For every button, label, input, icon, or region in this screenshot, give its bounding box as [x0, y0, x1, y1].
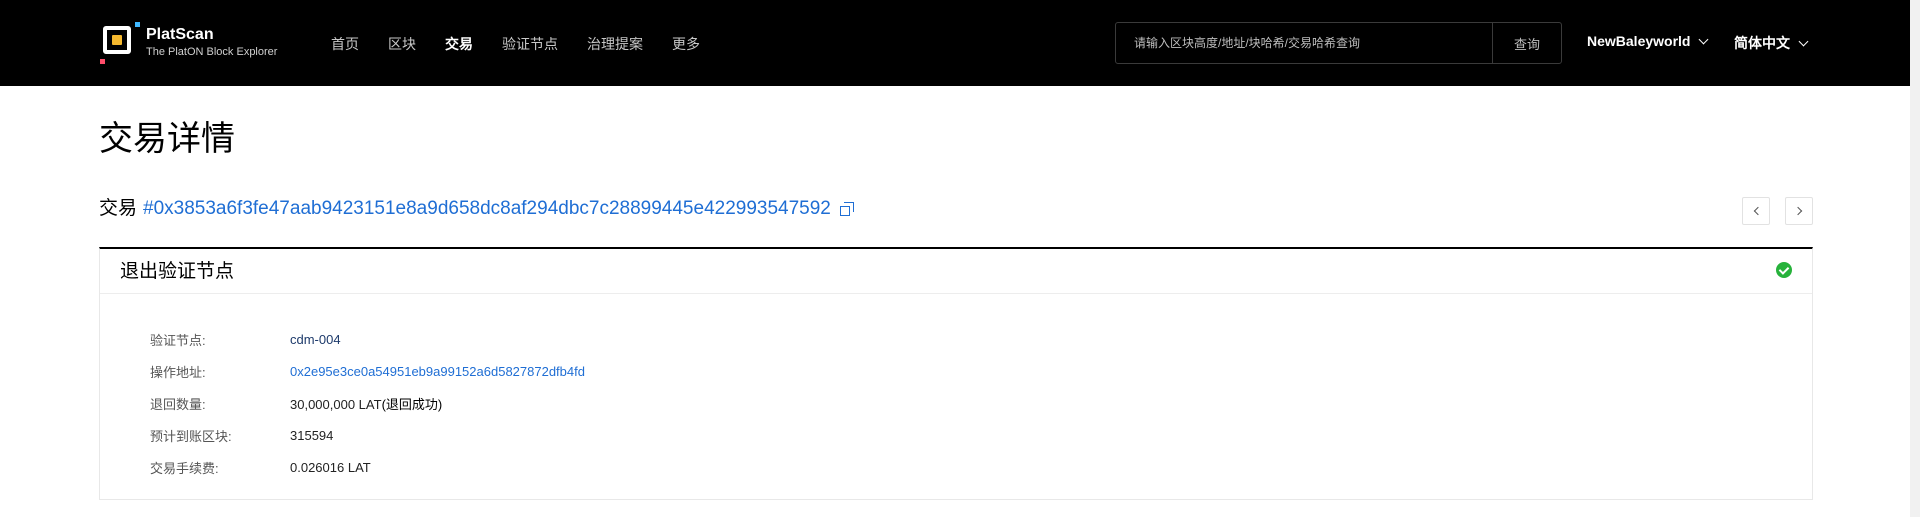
tx-label: 交易: [99, 198, 138, 219]
detail-key: 预计到账区块:: [150, 428, 232, 444]
next-tx-button[interactable]: [1785, 197, 1813, 225]
page-title: 交易详情: [99, 120, 235, 158]
language-selector[interactable]: 简体中文: [1734, 33, 1809, 53]
nav-more[interactable]: 更多: [672, 35, 700, 53]
search-input[interactable]: [1116, 23, 1492, 63]
network-label: NewBaleyworld: [1587, 33, 1691, 49]
detail-key: 操作地址:: [150, 364, 206, 380]
search-button[interactable]: 查询: [1492, 23, 1561, 63]
detail-row-validator: 验证节点: cdm-004: [150, 323, 585, 355]
nav-blocks[interactable]: 区块: [388, 35, 416, 53]
detail-row-refund: 退回数量: 30,000,000 LAT(退回成功): [150, 387, 585, 419]
main-nav: 首页 区块 交易 验证节点 治理提案 更多: [331, 35, 729, 53]
brand-name: PlatScan: [146, 26, 214, 43]
page-scrollbar[interactable]: [1910, 0, 1920, 517]
tx-hash-line: 交易 #0x3853a6f3fe47aab9423151e8a9d658dc8a…: [99, 197, 854, 221]
language-label: 简体中文: [1734, 35, 1790, 51]
tx-type-title: 退出验证节点: [120, 261, 235, 282]
detail-row-fee: 交易手续费: 0.026016 LAT: [150, 451, 585, 483]
chevron-down-icon: [1798, 36, 1809, 46]
tx-fee: 0.026016 LAT: [290, 459, 371, 475]
prev-tx-button[interactable]: [1742, 197, 1770, 225]
search-bar: 查询: [1115, 22, 1562, 64]
nav-proposals[interactable]: 治理提案: [587, 35, 643, 53]
nav-validators[interactable]: 验证节点: [502, 35, 558, 53]
network-selector[interactable]: NewBaleyworld: [1587, 33, 1709, 49]
chevron-left-icon: [1753, 206, 1762, 216]
chevron-right-icon: [1793, 206, 1802, 216]
chevron-down-icon: [1699, 34, 1709, 44]
refund-amount: 30,000,000 LAT(退回成功): [290, 396, 443, 412]
brand[interactable]: PlatScan The PlatON Block Explorer: [146, 26, 277, 60]
nav-home[interactable]: 首页: [331, 35, 359, 53]
top-navbar: PlatScan The PlatON Block Explorer 首页 区块…: [0, 0, 1910, 86]
platscan-logo-icon[interactable]: [100, 22, 140, 64]
detail-key: 退回数量:: [150, 396, 206, 412]
card-header: 退出验证节点: [100, 249, 1812, 294]
expected-block: 315594: [290, 427, 334, 443]
refund-status: (退回成功): [381, 396, 443, 412]
tx-detail-card: 退出验证节点 验证节点: cdm-004 操作地址: 0x2e95e3ce0a5…: [99, 247, 1813, 500]
operator-address-link[interactable]: 0x2e95e3ce0a54951eb9a99152a6d5827872dfb4…: [290, 364, 585, 379]
detail-key: 验证节点:: [150, 332, 206, 348]
tx-hash: #0x3853a6f3fe47aab9423151e8a9d658dc8af29…: [143, 198, 831, 219]
detail-list: 验证节点: cdm-004 操作地址: 0x2e95e3ce0a54951eb9…: [150, 323, 585, 483]
detail-key: 交易手续费:: [150, 460, 219, 476]
copy-icon[interactable]: [839, 202, 854, 216]
detail-row-address: 操作地址: 0x2e95e3ce0a54951eb9a99152a6d58278…: [150, 355, 585, 387]
nav-transactions[interactable]: 交易: [445, 35, 473, 53]
detail-row-block: 预计到账区块: 315594: [150, 419, 585, 451]
success-check-icon: [1776, 262, 1792, 278]
validator-link[interactable]: cdm-004: [290, 332, 341, 347]
brand-subtitle: The PlatON Block Explorer: [146, 46, 278, 58]
